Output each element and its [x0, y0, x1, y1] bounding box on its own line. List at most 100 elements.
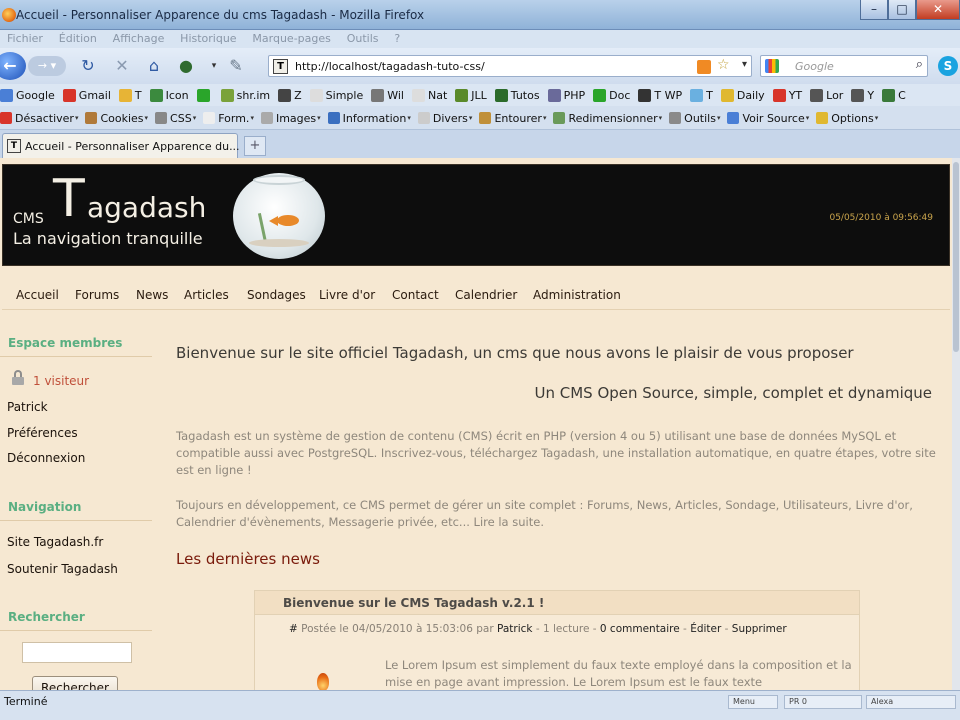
- skype-icon[interactable]: S: [938, 56, 958, 76]
- news-delete-link[interactable]: Supprimer: [732, 623, 787, 635]
- sidebar-link-support[interactable]: Soutenir Tagadash: [7, 562, 118, 576]
- nav-articles[interactable]: Articles: [184, 288, 229, 302]
- bookmark-favicon-icon: [851, 88, 865, 102]
- nav-administration[interactable]: Administration: [533, 288, 621, 302]
- devtool-icon: [0, 112, 12, 124]
- home-icon[interactable]: ⌂: [144, 56, 164, 76]
- menu-help[interactable]: ?: [389, 30, 405, 47]
- devtool-menu[interactable]: Images ▾: [260, 106, 321, 129]
- rss-feed-icon[interactable]: [697, 60, 711, 74]
- devtool-label: Voir Source: [742, 111, 805, 125]
- search-box[interactable]: Google ⌕: [760, 55, 928, 77]
- back-button[interactable]: ←: [0, 52, 26, 80]
- devtool-menu[interactable]: Divers ▾: [417, 106, 472, 129]
- search-placeholder[interactable]: Google: [795, 60, 834, 73]
- bookmark-item[interactable]: Wil: [371, 84, 404, 106]
- nav-news[interactable]: News: [136, 288, 168, 302]
- bookmark-item[interactable]: T: [690, 84, 713, 106]
- tab-accueil[interactable]: T Accueil - Personnaliser Apparence du..…: [2, 133, 240, 158]
- bookmark-item[interactable]: [196, 84, 213, 106]
- devtool-label: Images: [275, 111, 317, 125]
- devtool-menu[interactable]: Form. ▾: [203, 106, 254, 129]
- forward-button[interactable]: → ▾: [28, 56, 66, 76]
- tagline: Un CMS Open Source, simple, complet et d…: [534, 384, 932, 402]
- bookmark-star-icon[interactable]: ☆: [717, 57, 730, 73]
- sidebar-link-logout[interactable]: Déconnexion: [7, 451, 85, 465]
- bookmark-item[interactable]: Icon: [149, 84, 189, 106]
- menu-edit[interactable]: Édition: [54, 30, 102, 47]
- chevron-down-icon: ▾: [805, 114, 810, 122]
- stop-icon[interactable]: ✕: [112, 56, 132, 76]
- sidebar-link-preferences[interactable]: Préférences: [7, 426, 78, 440]
- maximize-button[interactable]: □: [888, 0, 916, 20]
- devtool-menu[interactable]: Voir Source ▾: [727, 106, 810, 129]
- bookmark-item[interactable]: JLL: [455, 84, 487, 106]
- devtool-icon: [155, 112, 168, 124]
- search-button[interactable]: Rechercher: [32, 676, 118, 690]
- bookmark-item[interactable]: Simple: [309, 84, 363, 106]
- devtool-menu[interactable]: Cookies ▾: [85, 106, 148, 129]
- sidebar-link-patrick[interactable]: Patrick: [7, 400, 48, 414]
- address-bar[interactable]: T http://localhost/tagadash-tuto-css/ ☆ …: [268, 55, 752, 77]
- dropdown-arrow-icon[interactable]: ▾: [204, 56, 224, 76]
- bookmark-item[interactable]: Z: [278, 84, 302, 106]
- reload-icon[interactable]: ↻: [78, 56, 98, 76]
- devtool-menu[interactable]: Désactiver ▾: [0, 106, 78, 129]
- sidebar-link-tagadash-site[interactable]: Site Tagadash.fr: [7, 535, 103, 549]
- menu-bar: Fichier Édition Affichage Historique Mar…: [0, 30, 960, 48]
- addon-circle-icon[interactable]: ●: [176, 56, 196, 76]
- nav-livre-dor[interactable]: Livre d'or: [319, 288, 375, 302]
- bookmark-item[interactable]: C: [882, 84, 906, 106]
- close-window-button[interactable]: ✕: [916, 0, 960, 20]
- bookmark-item[interactable]: Google: [0, 84, 55, 106]
- nav-calendrier[interactable]: Calendrier: [455, 288, 517, 302]
- tools-icon[interactable]: ✎: [226, 56, 246, 76]
- bookmark-item[interactable]: shr.im: [220, 84, 270, 106]
- devtool-menu[interactable]: CSS ▾: [155, 106, 196, 129]
- news-author[interactable]: Patrick: [497, 623, 533, 635]
- nav-forums[interactable]: Forums: [75, 288, 119, 302]
- address-dropdown-icon[interactable]: ▾: [742, 59, 747, 70]
- bookmark-item[interactable]: T WP: [638, 84, 682, 106]
- scrollbar-thumb[interactable]: [953, 162, 959, 352]
- nav-sondages[interactable]: Sondages: [247, 288, 306, 302]
- nav-accueil[interactable]: Accueil: [16, 288, 59, 302]
- address-url[interactable]: http://localhost/tagadash-tuto-css/: [295, 60, 485, 73]
- site-banner: CMS T agadash La navigation tranquille 0…: [2, 164, 950, 266]
- menu-tools[interactable]: Outils: [342, 30, 384, 47]
- menu-view[interactable]: Affichage: [108, 30, 170, 47]
- bookmark-item[interactable]: Y: [851, 84, 874, 106]
- minimize-button[interactable]: –: [860, 0, 888, 20]
- news-comments-link[interactable]: 0 commentaire: [600, 623, 680, 635]
- menu-file[interactable]: Fichier: [2, 30, 48, 47]
- devtool-menu[interactable]: Entourer ▾: [479, 106, 546, 129]
- nav-contact[interactable]: Contact: [392, 288, 439, 302]
- new-tab-button[interactable]: +: [244, 136, 266, 156]
- menu-history[interactable]: Historique: [175, 30, 241, 47]
- news-edit-link[interactable]: Éditer: [690, 623, 721, 635]
- page-scrollbar[interactable]: [952, 158, 960, 690]
- bookmark-item[interactable]: T: [118, 84, 142, 106]
- news-anchor[interactable]: #: [289, 623, 298, 635]
- visitor-count[interactable]: 1 visiteur: [33, 374, 89, 388]
- devtool-menu[interactable]: Redimensionner ▾: [553, 106, 662, 129]
- devtool-menu[interactable]: Outils ▾: [669, 106, 720, 129]
- devtool-menu[interactable]: Information ▾: [327, 106, 411, 129]
- bookmark-item[interactable]: YT: [772, 84, 802, 106]
- devtool-menu[interactable]: Options ▾: [816, 106, 878, 129]
- news-title[interactable]: Bienvenue sur le CMS Tagadash v.2.1 !: [283, 596, 544, 610]
- bookmark-item[interactable]: Nat: [411, 84, 447, 106]
- news-item: Bienvenue sur le CMS Tagadash v.2.1 ! # …: [254, 590, 860, 690]
- search-icon[interactable]: ⌕: [916, 57, 923, 72]
- window-title: Accueil - Personnaliser Apparence du cms…: [16, 8, 425, 22]
- bookmark-item[interactable]: Doc: [593, 84, 630, 106]
- search-input[interactable]: [22, 642, 132, 663]
- status-menu-cell[interactable]: Menu: [728, 695, 778, 709]
- bookmark-item[interactable]: PHP: [547, 84, 585, 106]
- devtool-label: Redimensionner: [568, 111, 658, 125]
- menu-bookmarks[interactable]: Marque-pages: [247, 30, 335, 47]
- bookmark-item[interactable]: Daily: [720, 84, 765, 106]
- bookmark-item[interactable]: Gmail: [62, 84, 111, 106]
- bookmark-item[interactable]: Tutos: [494, 84, 540, 106]
- bookmark-item[interactable]: Lor: [810, 84, 843, 106]
